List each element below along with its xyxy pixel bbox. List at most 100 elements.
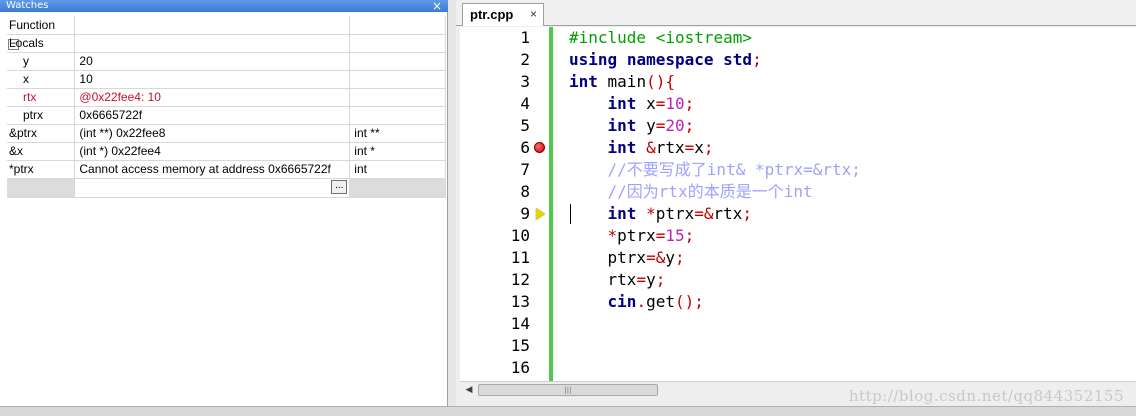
watch-name-cell[interactable]: ptrx [7,106,76,125]
code-line[interactable] [569,357,1129,379]
scrollbar-thumb[interactable]: ||| [478,384,658,396]
watch-row[interactable]: x 10 [7,70,446,89]
new-watch-cell[interactable] [349,178,446,198]
code-token: namespace [626,50,714,69]
watch-value-cell[interactable] [74,16,351,35]
watch-grid: Function Locals y 20 x 10 rtx @0x22fee4: 10 ptrx… [7,16,446,198]
code-token: 20 [665,116,685,135]
code-token: ; [684,116,695,135]
code-token: =& [694,204,714,223]
code-line[interactable] [569,313,1129,335]
watch-value-cell[interactable]: @0x22fee4: 10 [74,88,351,107]
watch-row[interactable]: &ptrx (int **) 0x22fee8 int ** [7,124,446,143]
code-token: 10 [665,94,685,113]
new-watch-row[interactable]: ... [7,178,446,198]
code-area[interactable]: 1 2 3 4 5 6 7 8 9 10 11 12 13 14 15 16 #include <iostre… [460,27,1136,381]
watch-name-cell[interactable]: &ptrx [7,124,76,143]
ellipsis-button[interactable]: ... [331,179,348,194]
line-number: 5 [520,116,530,135]
line-number: 10 [510,226,530,245]
watch-value-cell[interactable]: 10 [74,70,351,89]
watch-value-cell[interactable]: (int **) 0x22fee8 [74,124,351,143]
code-line[interactable]: int &rtx=x; [569,137,1129,159]
code-line[interactable] [569,335,1129,357]
watch-row[interactable]: y 20 [7,52,446,71]
watch-row[interactable]: Locals [7,34,446,53]
watch-row[interactable]: *ptrx Cannot access memory at address 0x6… [7,160,446,179]
watch-name-cell[interactable]: y [7,52,76,71]
code-line[interactable]: cin.get(); [569,291,1129,313]
code-token: = [636,270,647,289]
watch-type-cell[interactable] [349,52,446,71]
code-token: = [655,94,666,113]
code-line[interactable]: //因为rtx的本质是一个int [569,181,1129,203]
code-token: ptrx [617,226,656,245]
watch-name-cell[interactable]: Function [7,16,76,35]
watch-type-cell[interactable]: int * [349,142,446,161]
watermark: http://blog.csdn.net/qq844352155 [848,387,1124,405]
watch-name-cell[interactable]: x [7,70,76,89]
watch-type-cell[interactable] [349,16,446,35]
code-token: int [607,204,637,223]
status-strip [0,406,1136,416]
watch-row[interactable]: &x (int *) 0x22fee4 int * [7,142,446,161]
new-watch-cell[interactable] [7,178,76,198]
watch-value-cell[interactable]: Cannot access memory at address 0x666572… [74,160,351,179]
watch-type-cell[interactable] [349,106,446,125]
code-token: using [569,50,618,69]
code-line[interactable]: int x=10; [569,93,1129,115]
watch-name-cell[interactable]: *ptrx [7,160,76,179]
line-number: 16 [510,358,530,377]
scroll-left-icon[interactable]: ◀ [463,384,475,396]
watch-name-cell[interactable]: rtx [7,88,76,107]
code-token: x [694,138,704,157]
watch-row[interactable]: ptrx 0x6665722f [7,106,446,125]
watch-type-cell[interactable]: int [349,160,446,179]
watch-type-cell[interactable] [349,88,446,107]
code-line[interactable]: //不要写成了int& *ptrx=&rtx; [569,159,1129,181]
code-line[interactable]: int main(){ [569,71,1129,93]
watch-type-cell[interactable] [349,70,446,89]
code-token: ; [752,50,762,69]
new-watch-cell[interactable]: ... [74,178,351,198]
watch-row[interactable]: Function [7,16,446,35]
tab-ptr-cpp[interactable]: ptr.cpp × [462,3,544,26]
code-text[interactable]: #include <iostream> using namespace std; i… [569,27,1129,379]
tab-close-icon[interactable]: × [530,4,537,25]
code-line[interactable]: rtx=y; [569,269,1129,291]
watch-name-cell[interactable]: Locals [7,34,76,53]
watches-title: Watches [6,0,49,11]
code-token: x [636,94,656,113]
code-line[interactable]: int *ptrx=&rtx; [569,203,1129,225]
line-gutter[interactable]: 1 2 3 4 5 6 7 8 9 10 11 12 13 14 15 16 [460,27,550,381]
code-line[interactable]: int y=20; [569,115,1129,137]
breakpoint-icon[interactable] [534,142,545,153]
watch-value-cell[interactable]: (int *) 0x22fee4 [74,142,351,161]
close-icon[interactable]: × [431,0,443,12]
code-token: rtx [655,138,685,157]
code-editor: ptr.cpp × 1 2 3 4 5 6 7 8 9 10 11 12 13 14 15 16 #inclu… [456,0,1136,406]
code-token: //因为rtx的本质是一个int [607,182,813,201]
line-number: 13 [510,292,530,311]
watch-value-cell[interactable]: 0x6665722f [74,106,351,125]
watch-type-cell[interactable] [349,34,446,53]
code-line[interactable]: ptrx=&y; [569,247,1129,269]
watch-value-cell[interactable] [74,34,351,53]
watch-row[interactable]: rtx @0x22fee4: 10 [7,88,446,107]
watch-value-cell[interactable]: 20 [74,52,351,71]
line-number: 1 [520,28,530,47]
code-line[interactable]: using namespace std; [569,49,1129,71]
watch-name-cell[interactable]: &x [7,142,76,161]
ide-window: Watches × − Function Locals y 20 x 10 rtx @0x22… [0,0,1136,416]
watch-type-cell[interactable]: int ** [349,124,446,143]
code-token: ; [703,138,714,157]
code-line[interactable]: #include <iostream> [569,27,1129,49]
code-token: =& [646,248,666,267]
code-line[interactable]: *ptrx=15; [569,225,1129,247]
